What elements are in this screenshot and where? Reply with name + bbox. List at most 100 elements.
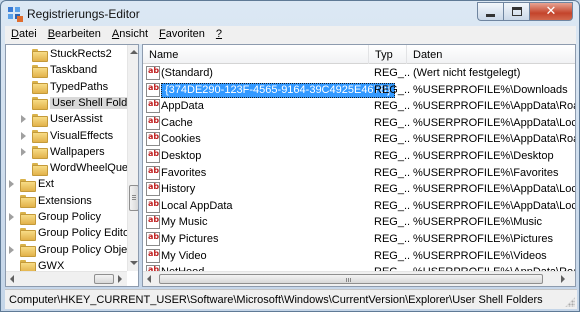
- tree-vertical-scroll-thumb[interactable]: [129, 185, 138, 211]
- list-horizontal-scrollbar[interactable]: [143, 271, 575, 286]
- value-type: REG_...: [374, 83, 410, 96]
- menu-item[interactable]: ?: [210, 26, 227, 44]
- folder-icon: [20, 260, 36, 274]
- expand-arrow-icon[interactable]: [8, 180, 16, 189]
- tree-item[interactable]: Ext: [8, 176, 54, 192]
- registry-value-row[interactable]: ab Local AppData REG_... %USERPROFILE%\AppD…: [143, 198, 575, 215]
- scroll-left-icon[interactable]: [10, 275, 14, 283]
- folder-icon: [32, 48, 48, 62]
- folder-icon: [32, 113, 48, 127]
- menu-item[interactable]: Ansicht: [106, 26, 153, 44]
- window-title: Registrierungs-Editor: [27, 7, 140, 21]
- value-data: %USERPROFILE%\AppData\Roa: [413, 133, 576, 146]
- value-name: My Video: [161, 249, 207, 262]
- string-value-icon: ab: [146, 165, 160, 180]
- scroll-down-icon[interactable]: [130, 261, 138, 265]
- expand-arrow-icon[interactable]: [8, 213, 16, 221]
- tree-item[interactable]: WordWheelQuery: [20, 160, 137, 176]
- tree-item[interactable]: Group Policy Editor: [8, 225, 133, 241]
- tree-horizontal-scrollbar[interactable]: [6, 271, 127, 286]
- list-horizontal-scroll-thumb[interactable]: [159, 274, 543, 284]
- tree-item-label: Ext: [38, 178, 54, 191]
- tree-item[interactable]: TypedPaths: [20, 79, 108, 95]
- minimize-icon: [486, 14, 495, 17]
- value-data: %USERPROFILE%\AppData\Loca: [413, 199, 576, 212]
- column-header-data[interactable]: Daten: [407, 45, 575, 64]
- scroll-right-icon[interactable]: [118, 275, 122, 283]
- registry-value-row[interactable]: ab Cookies REG_... %USERPROFILE%\AppData\Ro…: [143, 131, 575, 148]
- tree-item[interactable]: User Shell Folders: [20, 95, 138, 111]
- registry-value-row[interactable]: ab My Video REG_... %USERPROFILE%\Videos: [143, 248, 575, 265]
- registry-value-row[interactable]: ab {374DE290-123F-4565-9164-39C4925E467B}…: [143, 82, 575, 99]
- string-value-icon: ab: [146, 215, 160, 230]
- string-value-icon: ab: [146, 248, 160, 263]
- expand-arrow-icon[interactable]: [20, 147, 28, 156]
- status-bar: Computer\HKEY_CURRENT_USER\Software\Micr…: [5, 289, 577, 309]
- string-value-icon: ab: [146, 149, 160, 163]
- registry-value-row[interactable]: ab Desktop REG_... %USERPROFILE%\Desktop: [143, 148, 575, 165]
- registry-tree[interactable]: HomeGroupGWXGroup Policy ObjectsGroup Po…: [5, 44, 139, 287]
- menu-item[interactable]: Favoriten: [153, 26, 210, 44]
- folder-icon: [32, 162, 48, 176]
- folder-icon: [32, 81, 48, 95]
- tree-item[interactable]: Group Policy Objects: [8, 242, 138, 258]
- title-bar[interactable]: Registrierungs-Editor ✕: [1, 1, 579, 27]
- registry-value-row[interactable]: ab My Pictures REG_... %USERPROFILE%\Pictur…: [143, 231, 575, 248]
- registry-value-row[interactable]: ab (Standard) REG_... (Wert nicht festgeleg…: [143, 65, 575, 82]
- tree-item[interactable]: Taskband: [20, 62, 97, 78]
- registry-value-row[interactable]: ab My Music REG_... %USERPROFILE%\Music: [143, 214, 575, 231]
- window-controls: ✕: [477, 2, 573, 21]
- tree-item-label: User Shell Folders: [50, 96, 138, 109]
- value-name: Cache: [161, 116, 193, 129]
- tree-item[interactable]: UserAssist: [20, 111, 103, 127]
- registry-value-row[interactable]: ab Cache REG_... %USERPROFILE%\AppData\Loca: [143, 115, 575, 132]
- expand-arrow-icon[interactable]: [8, 245, 16, 254]
- scroll-left-icon[interactable]: [147, 275, 151, 283]
- tree-horizontal-scroll-thumb[interactable]: [94, 274, 114, 284]
- registry-value-row[interactable]: ab Favorites REG_... %USERPROFILE%\Favorite…: [143, 165, 575, 182]
- tree-vertical-scrollbar[interactable]: [127, 45, 138, 271]
- tree-item[interactable]: Group Policy: [8, 209, 101, 225]
- registry-value-row[interactable]: ab AppData REG_... %USERPROFILE%\AppData\Ro…: [143, 98, 575, 115]
- menu-item[interactable]: Datei: [5, 26, 42, 44]
- string-value-icon: ab: [146, 66, 160, 80]
- tree-item-label: VisualEffects: [50, 129, 114, 142]
- value-data: %USERPROFILE%\Downloads: [413, 83, 568, 96]
- tree-item[interactable]: Wallpapers: [20, 144, 105, 160]
- tree-item[interactable]: VisualEffects: [20, 128, 113, 144]
- expand-arrow-icon[interactable]: [20, 131, 28, 140]
- resize-grip-icon[interactable]: [565, 297, 575, 307]
- close-button[interactable]: ✕: [529, 2, 573, 21]
- registry-editor-icon: [8, 7, 23, 22]
- maximize-icon: [512, 7, 522, 16]
- menu-bar: Datei Bearbeiten Ansicht Favoriten?: [5, 26, 576, 44]
- value-type: REG_...: [374, 133, 410, 146]
- tree-item[interactable]: StuckRects2: [20, 46, 112, 62]
- scroll-right-icon[interactable]: [561, 275, 565, 283]
- string-value-icon-glyph: ab: [148, 132, 160, 142]
- tree-item-label: Group Policy Editor: [38, 227, 133, 240]
- column-header-name[interactable]: Name: [143, 45, 369, 64]
- string-value-icon: ab: [146, 115, 160, 130]
- value-name: My Pictures: [161, 233, 219, 245]
- string-value-icon-glyph: ab: [148, 66, 160, 75]
- string-value-icon: ab: [146, 198, 160, 213]
- minimize-button[interactable]: [477, 2, 503, 21]
- menu-item-mnemonic: ?: [215, 28, 223, 40]
- column-header-type[interactable]: Typ: [369, 45, 407, 64]
- tree-item-label: Extensions: [38, 194, 92, 207]
- tree-item[interactable]: Extensions: [8, 193, 92, 209]
- maximize-button[interactable]: [503, 2, 529, 21]
- value-data: %USERPROFILE%\Desktop: [413, 150, 554, 162]
- value-name: My Music: [161, 216, 208, 229]
- menu-item[interactable]: Bearbeiten: [42, 26, 106, 44]
- values-list[interactable]: Name Typ Daten ab (Standard) REG_... (Wert …: [142, 44, 576, 287]
- scroll-up-icon[interactable]: [130, 50, 138, 54]
- expand-arrow-icon[interactable]: [20, 115, 28, 124]
- registry-value-row[interactable]: ab History REG_... %USERPROFILE%\AppData\Lo…: [143, 181, 575, 198]
- value-name: History: [161, 183, 196, 196]
